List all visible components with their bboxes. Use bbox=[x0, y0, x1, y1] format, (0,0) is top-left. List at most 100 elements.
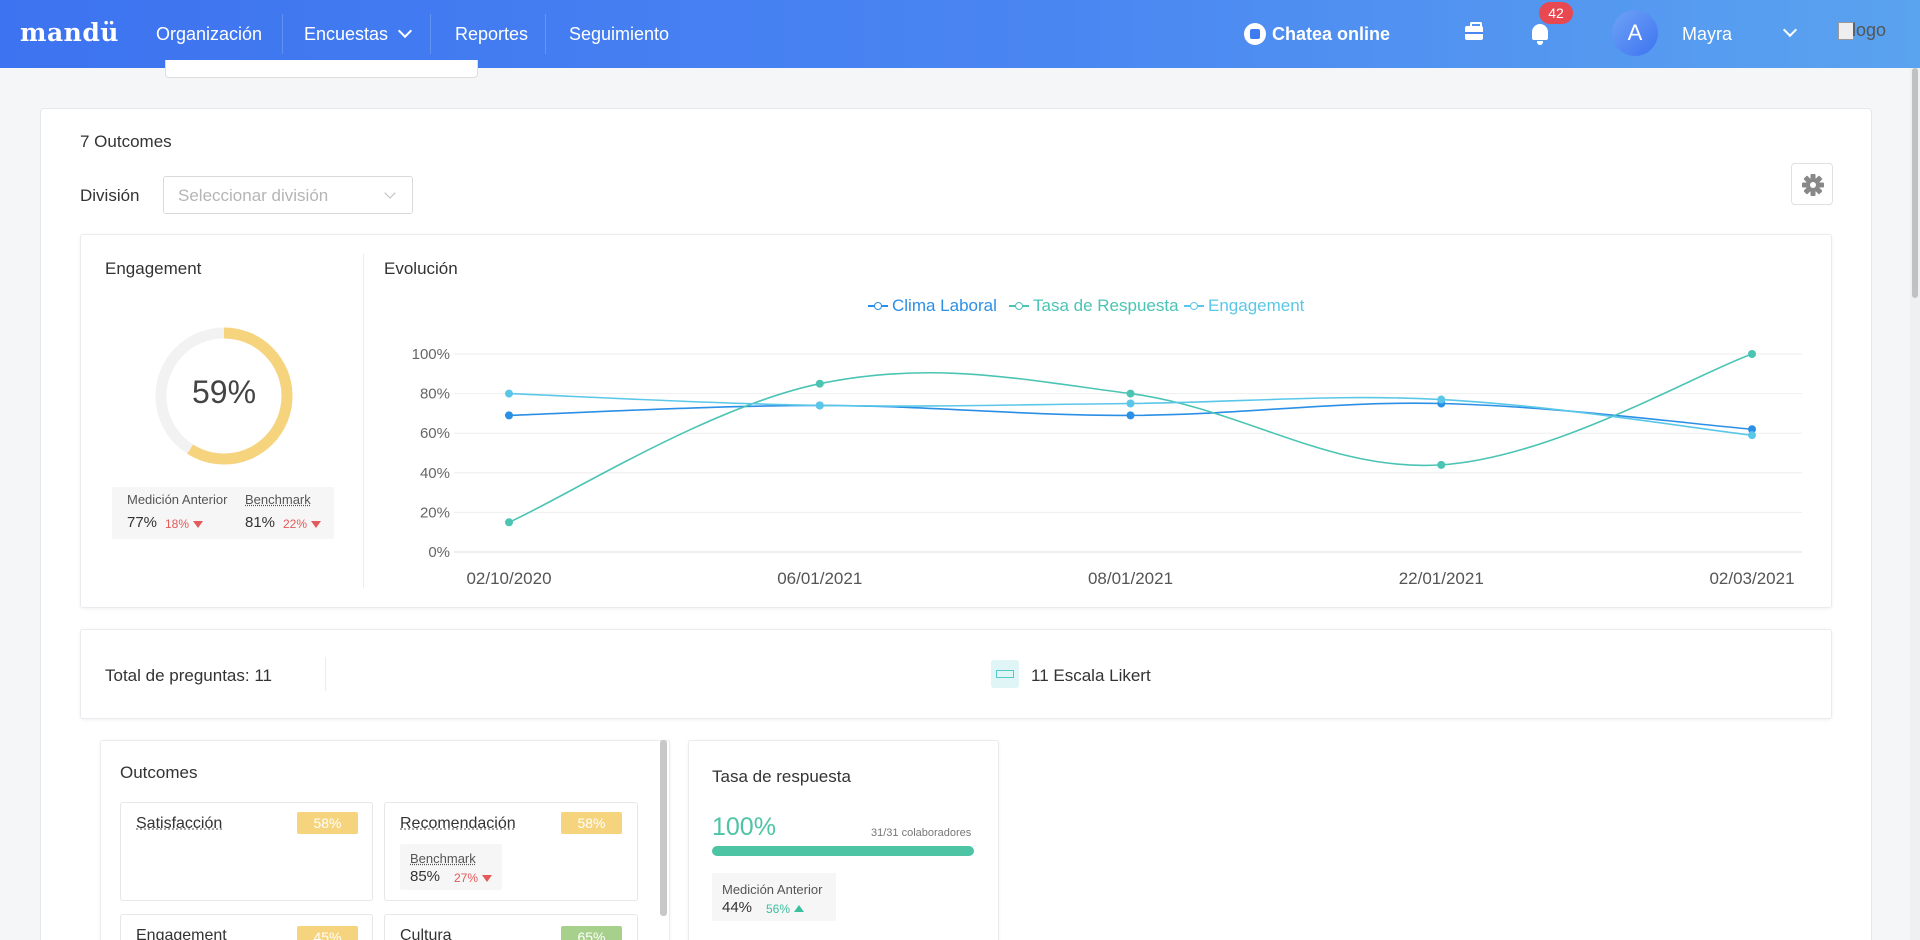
chat-online-button[interactable]: Chatea online bbox=[1244, 23, 1391, 45]
engagement-value: 59% bbox=[191, 374, 257, 410]
likert-scale-icon bbox=[991, 660, 1019, 688]
y-tick-label: 60% bbox=[420, 425, 450, 442]
collaborators-count: 31/31 colaboradores bbox=[871, 827, 972, 839]
nav-item-reportes[interactable]: Reportes bbox=[455, 24, 528, 45]
chevron-down-icon bbox=[397, 23, 413, 39]
benchmark-value: 81% bbox=[245, 514, 276, 531]
outcome-score-badge: 58% bbox=[297, 812, 358, 834]
likert-count: 11 Escala Likert bbox=[1031, 666, 1151, 685]
previous-delta-value: 18% bbox=[165, 517, 190, 531]
outcome-name: Cultura bbox=[400, 927, 452, 940]
data-point bbox=[505, 411, 513, 420]
nav-item-organizacion[interactable]: Organización bbox=[156, 24, 262, 45]
nav-item-label: Encuestas bbox=[304, 24, 389, 44]
data-point bbox=[1748, 350, 1756, 358]
division-placeholder: Seleccionar división bbox=[178, 186, 329, 205]
panel-divider bbox=[363, 254, 364, 588]
previous-delta: 56% bbox=[766, 902, 805, 916]
arrow-down-icon bbox=[482, 875, 493, 882]
notification-badge: 42 bbox=[1539, 2, 1573, 24]
outcome-name: Engagement bbox=[136, 927, 227, 940]
x-tick-label: 06/01/2021 bbox=[777, 569, 862, 588]
evolution-line-chart: 0% 20% 40% 60% 80% 100% 02/10/2020 06/01/2021 08… bbox=[412, 346, 1802, 588]
total-questions: Total de preguntas: 11 bbox=[105, 666, 272, 685]
outcome-score-badge: 58% bbox=[561, 812, 622, 834]
division-select[interactable]: Seleccionar división bbox=[163, 176, 413, 214]
outcomes-title: Outcomes bbox=[120, 763, 198, 782]
benchmark-delta-value: 22% bbox=[283, 517, 308, 531]
outcomes-scrollbar[interactable] bbox=[660, 740, 667, 916]
top-navigation-bar: mandü Organización Encuestas Reportes Se… bbox=[0, 0, 1920, 68]
y-tick-label: 100% bbox=[412, 346, 450, 363]
benchmark-delta: 22% bbox=[283, 517, 322, 531]
series-line bbox=[508, 353, 1753, 524]
benchmark-delta: 27% bbox=[454, 871, 493, 885]
briefcase-icon[interactable] bbox=[1465, 22, 1483, 40]
data-point bbox=[505, 518, 513, 527]
response-rate-value: 100% bbox=[712, 813, 776, 841]
logo-alt-text: logo bbox=[1852, 20, 1887, 40]
legend-marker-icon bbox=[868, 301, 888, 311]
previous-delta-value: 56% bbox=[766, 902, 791, 916]
chat-label: Chatea online bbox=[1272, 24, 1391, 44]
arrow-down-icon bbox=[193, 521, 204, 528]
company-logo-image: logo bbox=[1838, 20, 1904, 50]
nav-separator bbox=[545, 14, 546, 54]
x-tick-label: 02/03/2021 bbox=[1709, 569, 1794, 588]
legend-engagement[interactable]: Engagement bbox=[1184, 296, 1304, 316]
nav-item-seguimiento[interactable]: Seguimiento bbox=[569, 24, 669, 45]
user-name[interactable]: Mayra bbox=[1682, 24, 1732, 45]
previous-measurement-value: 44% bbox=[722, 899, 753, 916]
data-point bbox=[1437, 395, 1446, 404]
data-point bbox=[1126, 389, 1135, 398]
x-tick-label: 02/10/2020 bbox=[466, 569, 551, 588]
chevron-down-icon bbox=[384, 187, 396, 199]
gear-icon bbox=[1802, 174, 1824, 196]
arrow-up-icon bbox=[794, 905, 805, 912]
legend-marker-icon bbox=[1009, 301, 1029, 311]
previous-measurement-value: 77% bbox=[127, 514, 158, 531]
data-point bbox=[1748, 431, 1756, 440]
data-point bbox=[1126, 399, 1135, 408]
outcome-score-badge: 65% bbox=[561, 926, 622, 940]
benchmark-delta-value: 27% bbox=[454, 871, 479, 885]
avatar[interactable]: A bbox=[1612, 10, 1658, 56]
data-point bbox=[815, 379, 824, 388]
y-tick-label: 20% bbox=[420, 504, 450, 521]
data-point bbox=[1437, 460, 1446, 469]
division-label: División bbox=[80, 186, 140, 205]
bell-icon[interactable] bbox=[1532, 24, 1548, 45]
nav-item-encuestas[interactable]: Encuestas bbox=[304, 23, 413, 45]
x-tick-label: 22/01/2021 bbox=[1399, 569, 1484, 588]
y-tick-label: 0% bbox=[428, 544, 450, 561]
evolution-title: Evolución bbox=[384, 259, 458, 278]
previous-delta: 18% bbox=[165, 517, 204, 531]
y-tick-label: 40% bbox=[420, 465, 450, 482]
brand-logo[interactable]: mandü bbox=[20, 18, 119, 47]
outcome-name: Satisfacción bbox=[136, 815, 223, 832]
benchmark-label[interactable]: Benchmark bbox=[245, 492, 311, 507]
panel-divider bbox=[325, 657, 326, 691]
previous-measurement-label: Medición Anterior bbox=[127, 492, 228, 507]
legend-label: Clima Laboral bbox=[892, 296, 997, 315]
questions-panel bbox=[80, 629, 1832, 719]
benchmark-label[interactable]: Benchmark bbox=[410, 851, 476, 866]
outcome-name: Recomendación bbox=[400, 815, 516, 832]
nav-separator bbox=[282, 14, 283, 54]
user-menu-chevron-icon[interactable] bbox=[1782, 22, 1798, 44]
outcome-score-badge: 45% bbox=[297, 926, 358, 940]
legend-clima-laboral[interactable]: Clima Laboral bbox=[868, 296, 997, 316]
legend-tasa-de-respuesta[interactable]: Tasa de Respuesta bbox=[1009, 296, 1179, 316]
x-tick-label: 08/01/2021 bbox=[1088, 569, 1173, 588]
response-rate-title: Tasa de respuesta bbox=[712, 767, 851, 786]
partial-input-field[interactable] bbox=[165, 60, 478, 78]
benchmark-value: 85% bbox=[410, 868, 441, 885]
data-point bbox=[1126, 411, 1135, 420]
scrollbar-thumb[interactable] bbox=[1912, 68, 1918, 298]
response-progress-bar bbox=[712, 846, 974, 856]
chat-icon bbox=[1244, 23, 1266, 45]
data-point bbox=[505, 389, 513, 398]
settings-button[interactable] bbox=[1791, 163, 1833, 205]
page-scrollbar[interactable] bbox=[1910, 68, 1920, 940]
legend-label: Tasa de Respuesta bbox=[1033, 296, 1179, 315]
